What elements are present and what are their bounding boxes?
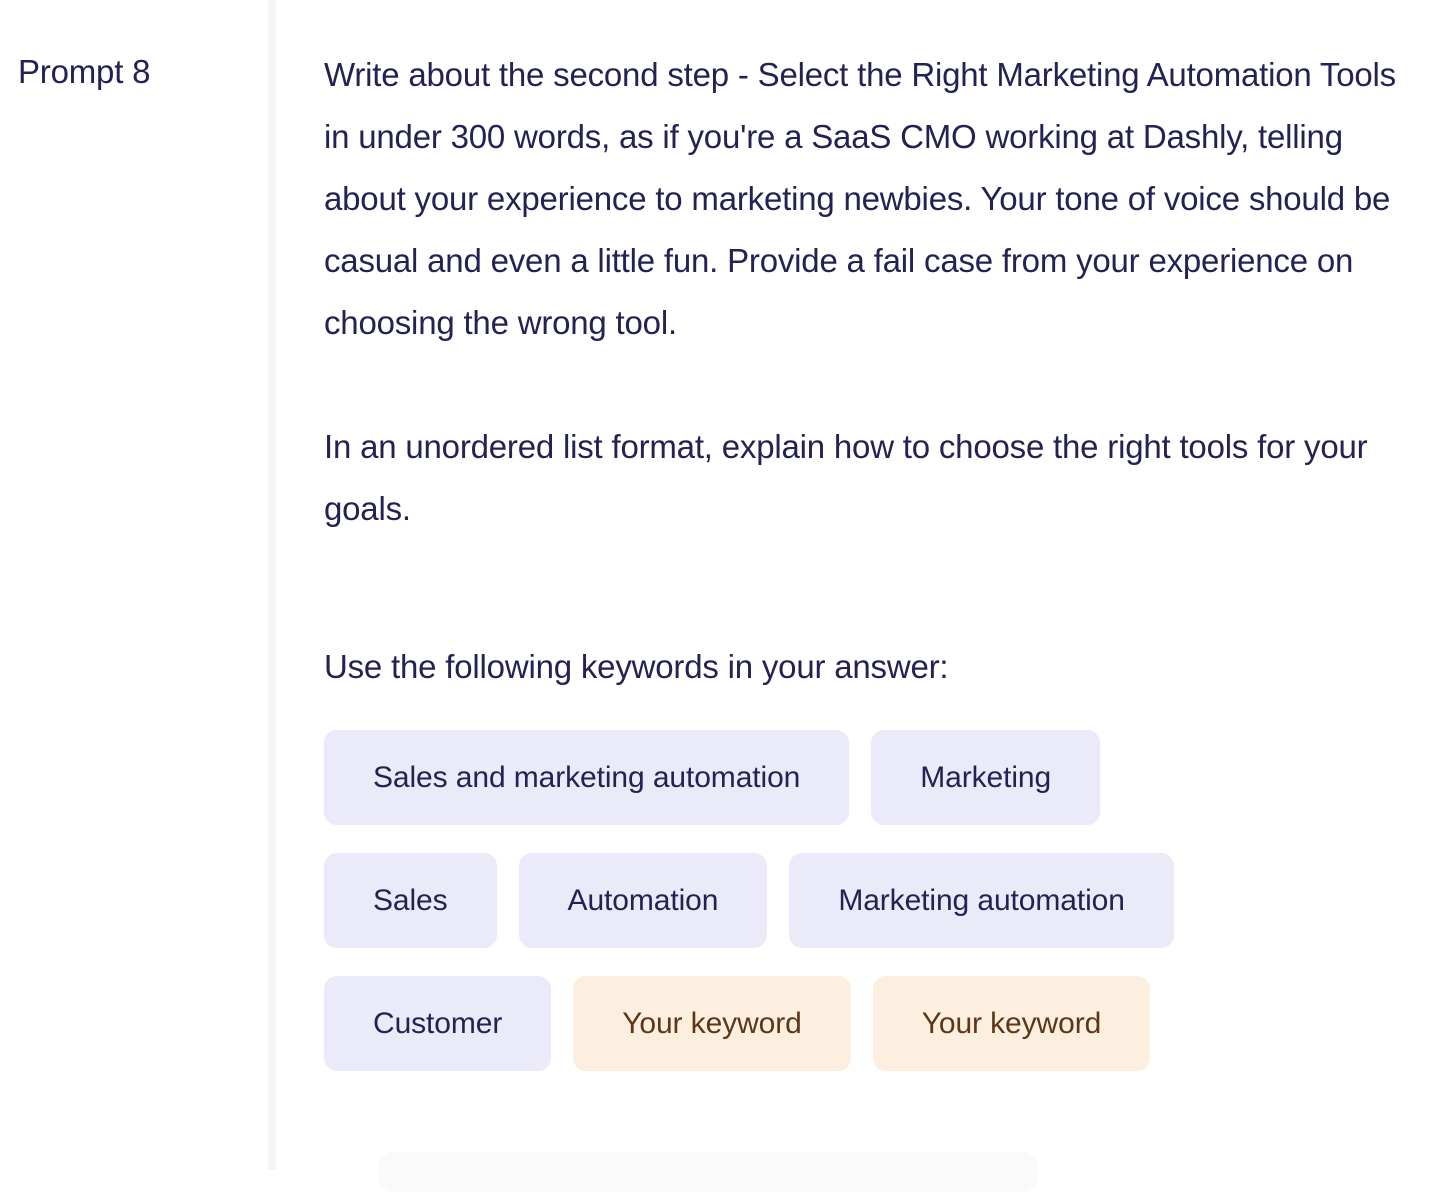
keyword-chip-group: Sales and marketing automation Marketing… (324, 730, 1430, 1071)
keyword-chip[interactable]: Sales (324, 853, 497, 948)
keyword-chip[interactable]: Sales and marketing automation (324, 730, 850, 825)
prompt-paragraph-2: In an unordered list format, explain how… (324, 428, 1368, 527)
next-row-edge (378, 1152, 1038, 1192)
keyword-chip[interactable]: Marketing (871, 730, 1101, 825)
prompt-content-column: Write about the second step - Select the… (276, 0, 1440, 1071)
prompt-label-column: Prompt 8 (0, 0, 268, 92)
keyword-chip[interactable]: Marketing automation (789, 853, 1174, 948)
keywords-intro-text: Use the following keywords in your answe… (324, 648, 949, 685)
keyword-chip[interactable]: Customer (324, 976, 552, 1071)
prompt-paragraph-1: Write about the second step - Select the… (324, 56, 1396, 341)
keyword-chip-row: Sales Automation Marketing automation (324, 853, 1430, 948)
prompt-text-block: Write about the second step - Select the… (324, 44, 1429, 636)
keyword-chip-placeholder[interactable]: Your keyword (872, 976, 1151, 1071)
keyword-chip-placeholder[interactable]: Your keyword (573, 976, 851, 1071)
keyword-chip[interactable]: Automation (518, 853, 768, 948)
page-title: Prompt 8 (18, 53, 151, 90)
keyword-chip-row: Sales and marketing automation Marketing (324, 730, 1430, 825)
column-divider (268, 0, 276, 1169)
keyword-chip-row: Customer Your keyword Your keyword (324, 976, 1430, 1071)
prompt-row: Prompt 8 Write about the second step - S… (0, 0, 1440, 1192)
